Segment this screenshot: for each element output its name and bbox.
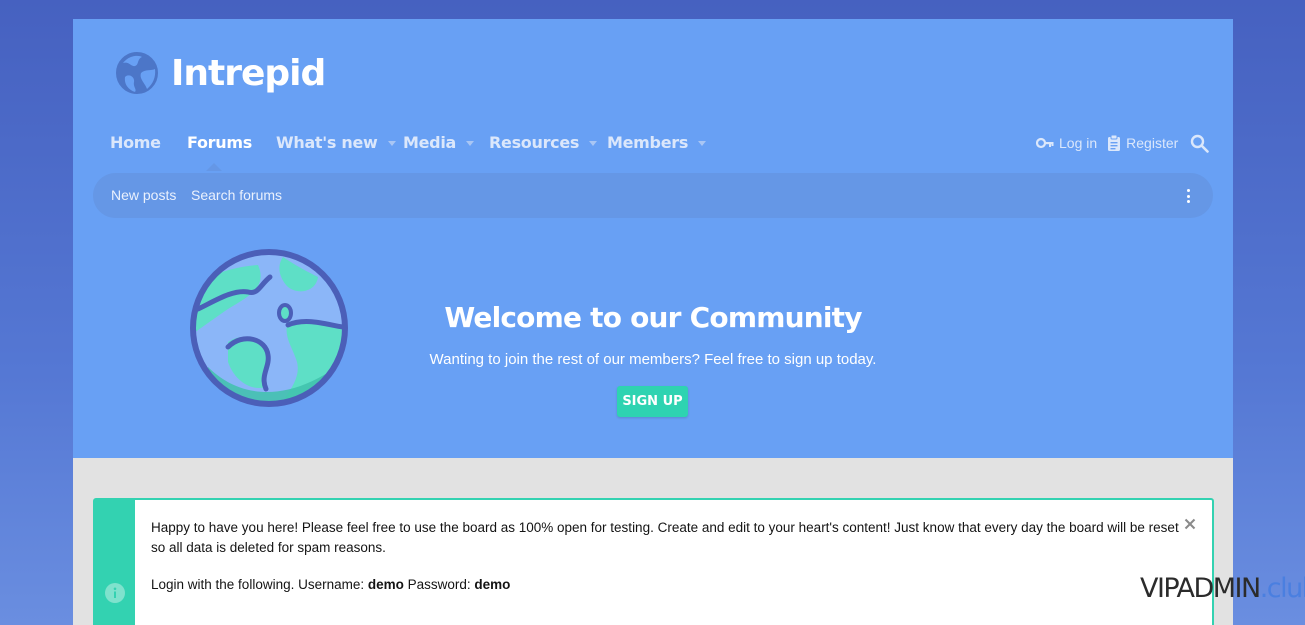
subnav-item-search-forums[interactable]: Search forums <box>191 173 282 218</box>
nav-item-home[interactable]: Home <box>110 127 161 159</box>
clipboard-icon <box>1108 135 1121 151</box>
chevron-down-icon <box>466 141 475 146</box>
sub-nav: New posts Search forums <box>93 173 1213 218</box>
hero-subtitle: Wanting to join the rest of our members?… <box>429 351 877 368</box>
active-tab-indicator <box>206 163 222 171</box>
nav-item-label: Resources <box>489 133 580 152</box>
hero-title: Welcome to our Community <box>444 301 862 334</box>
watermark-suffix: .club <box>1259 573 1305 604</box>
site-logo[interactable]: Intrepid <box>115 51 326 95</box>
nav-item-label: Members <box>607 133 689 152</box>
notice-password-label: Password: <box>403 577 475 592</box>
nav-user-links: Log in Register <box>1036 127 1214 159</box>
key-icon <box>1036 137 1054 149</box>
close-icon[interactable] <box>1184 518 1196 530</box>
search-button[interactable] <box>1190 134 1214 153</box>
sign-up-button[interactable]: SIGN UP <box>617 386 688 417</box>
nav-item-label: What's new <box>276 133 378 152</box>
chevron-down-icon <box>387 141 396 146</box>
globe-logo-icon <box>116 52 158 94</box>
notice-accent-bar <box>95 500 135 625</box>
site-header: Intrepid Home Forums What's new Media Re… <box>73 19 1233 458</box>
page-container: Intrepid Home Forums What's new Media Re… <box>73 19 1233 625</box>
info-icon <box>105 583 125 603</box>
notice-box: Happy to have you here! Please feel free… <box>93 498 1214 625</box>
register-label: Register <box>1126 135 1179 151</box>
nav-item-members[interactable]: Members <box>607 127 707 159</box>
nav-item-media[interactable]: Media <box>403 127 475 159</box>
register-link[interactable]: Register <box>1107 135 1178 151</box>
notice-username: demo <box>367 577 404 592</box>
notice-password: demo <box>474 577 511 592</box>
watermark-main: VIPADMIN <box>1140 573 1261 604</box>
notice-text: Happy to have you here! Please feel free… <box>151 518 1181 595</box>
nav-item-label: Home <box>110 133 161 152</box>
subnav-item-new-posts[interactable]: New posts <box>111 173 176 218</box>
site-name: Intrepid <box>171 52 326 94</box>
nav-item-resources[interactable]: Resources <box>489 127 598 159</box>
notice-login-prefix: Login with the following. Username: <box>151 577 368 592</box>
chevron-down-icon <box>589 141 598 146</box>
chevron-down-icon <box>698 141 707 146</box>
watermark: VIPADMIN.club <box>1140 573 1305 604</box>
login-label: Log in <box>1059 135 1098 151</box>
notice-login-line: Login with the following. Username: demo… <box>151 575 1181 595</box>
main-nav: Home Forums What's new Media Resources M… <box>73 127 1233 171</box>
kebab-menu-icon[interactable] <box>1185 189 1191 203</box>
nav-item-label: Forums <box>187 133 252 152</box>
nav-item-whats-new[interactable]: What's new <box>276 127 396 159</box>
nav-item-forums[interactable]: Forums <box>187 127 252 159</box>
login-link[interactable]: Log in <box>1036 135 1097 151</box>
search-icon <box>1191 134 1210 153</box>
globe-illustration-icon <box>190 249 348 407</box>
nav-item-label: Media <box>403 133 457 152</box>
notice-message: Happy to have you here! Please feel free… <box>151 520 1179 555</box>
